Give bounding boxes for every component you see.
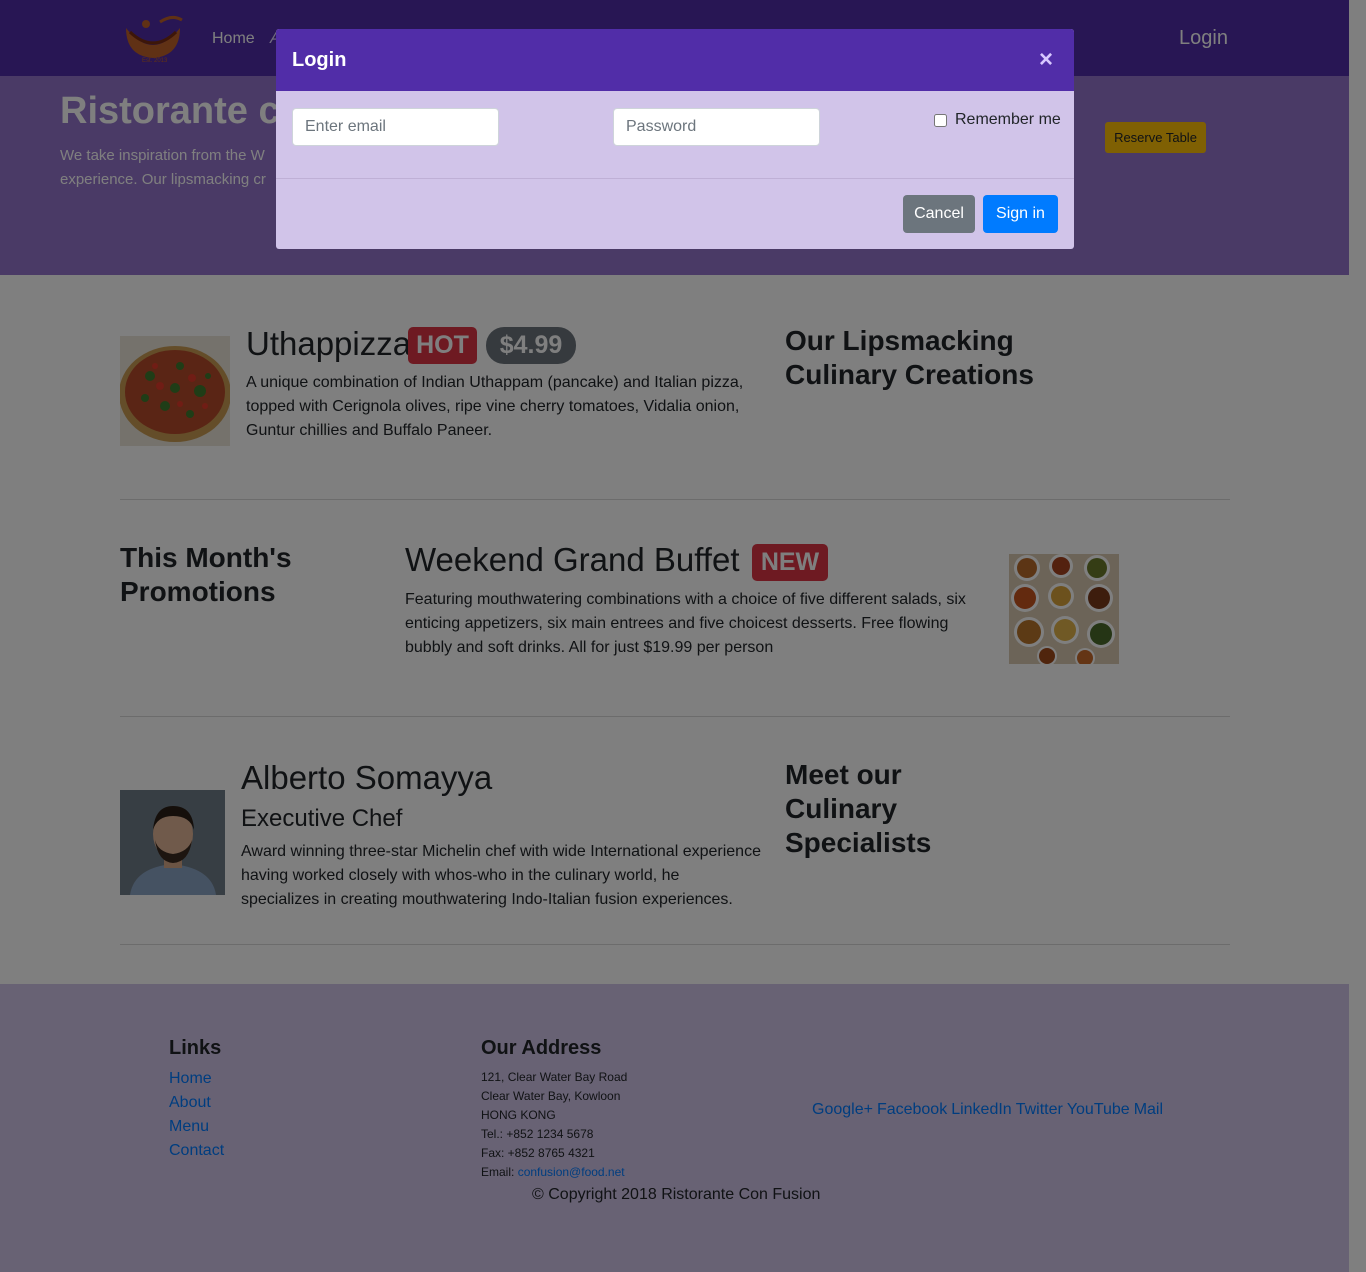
close-icon[interactable]: × [1039, 48, 1053, 72]
sign-in-button[interactable]: Sign in [983, 195, 1058, 233]
cancel-button[interactable]: Cancel [903, 195, 975, 233]
modal-divider [276, 178, 1074, 179]
remember-me-label: Remember me [955, 111, 1061, 128]
password-field[interactable] [613, 108, 820, 146]
email-field[interactable] [292, 108, 499, 146]
remember-me-checkbox[interactable] [934, 113, 947, 127]
modal-header: Login × [276, 29, 1074, 91]
modal-title: Login [292, 49, 347, 71]
remember-me[interactable]: Remember me [934, 111, 1061, 129]
login-modal: Login × Remember me Cancel Sign in [276, 29, 1074, 249]
